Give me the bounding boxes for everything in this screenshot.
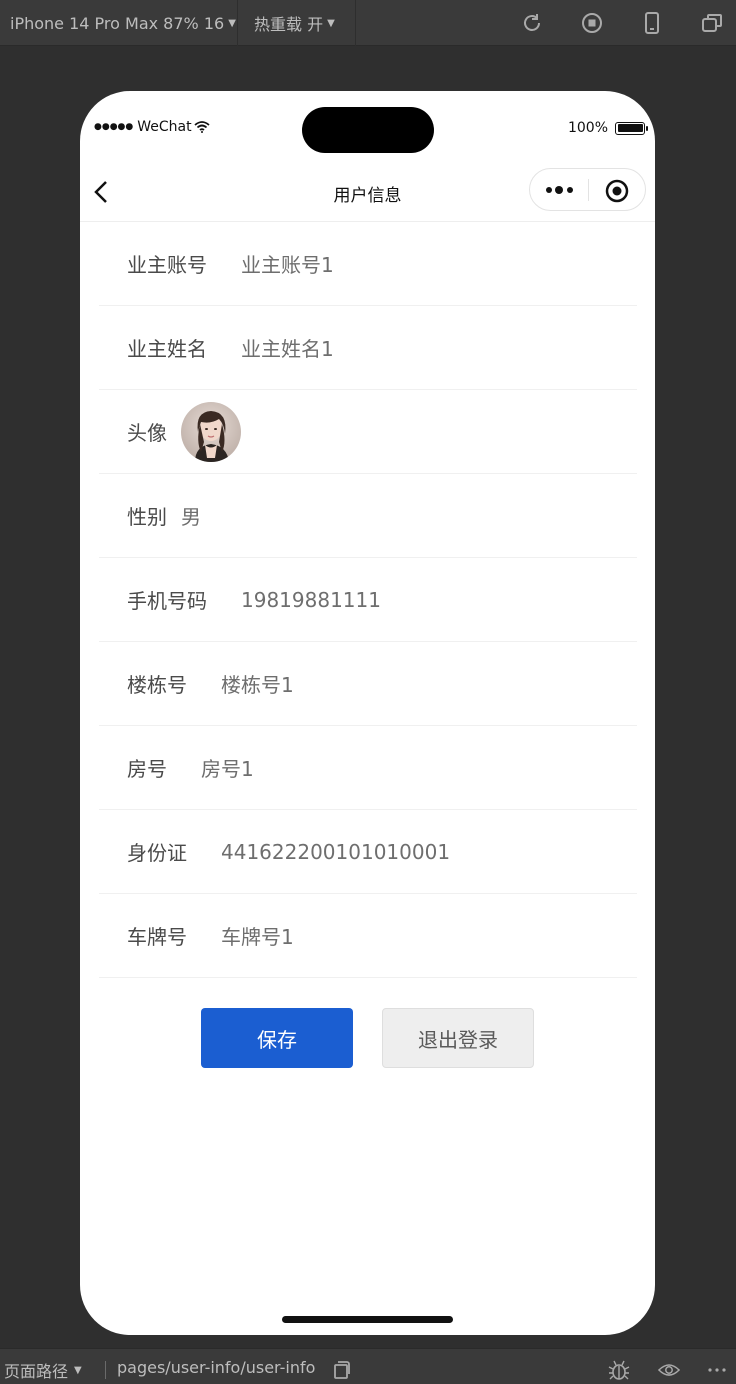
chevron-down-icon: ▼: [74, 1364, 82, 1376]
avatar[interactable]: [181, 401, 241, 462]
field-value: 441622200101010001: [221, 839, 451, 864]
wifi-icon: [194, 121, 210, 133]
field-label: 业主账号: [127, 253, 207, 277]
phone-simulator: ●●●●● WeChat 100% 用户信息 业主账号 业主账号1 业主姓名 业…: [80, 91, 655, 1335]
close-target-icon[interactable]: [605, 179, 629, 203]
field-value: 19819881111: [241, 587, 381, 612]
devtools-bottom-bar: 页面路径 ▼ pages/user-info/user-info: [0, 1348, 736, 1384]
field-label: 业主姓名: [127, 337, 207, 361]
field-value: 房号1: [201, 757, 254, 781]
field-label: 楼栋号: [127, 673, 187, 697]
home-indicator: [282, 1316, 453, 1323]
window-icon[interactable]: [700, 11, 724, 35]
field-room[interactable]: 房号 房号1: [99, 726, 637, 810]
field-building[interactable]: 楼栋号 楼栋号1: [99, 642, 637, 726]
chevron-down-icon: ▼: [327, 17, 335, 29]
chevron-down-icon: ▼: [228, 17, 236, 29]
dynamic-island: [302, 107, 434, 153]
field-value: 楼栋号1: [221, 673, 294, 697]
capsule-divider: [588, 179, 589, 201]
devtools-toolbar: iPhone 14 Pro Max 87% 16 ▼ 热重载 开 ▼: [0, 0, 736, 46]
carrier-label: WeChat: [137, 119, 192, 135]
field-plate-number[interactable]: 车牌号 车牌号1: [99, 894, 637, 978]
logout-button[interactable]: 退出登录: [382, 1008, 534, 1068]
field-value: 男: [181, 505, 201, 529]
battery-icon: [615, 121, 648, 135]
divider: [105, 1361, 106, 1379]
field-avatar[interactable]: 头像: [99, 390, 637, 474]
save-button[interactable]: 保存: [201, 1008, 353, 1068]
signal-icon: ●●●●●: [94, 122, 134, 132]
hot-reload-toggle[interactable]: 热重载 开 ▼: [238, 0, 356, 46]
field-phone[interactable]: 手机号码 19819881111: [99, 558, 637, 642]
status-bar-right: 100%: [567, 120, 648, 136]
field-label: 手机号码: [127, 589, 207, 613]
phone-icon[interactable]: [640, 11, 664, 35]
route-label: 页面路径: [4, 1362, 69, 1381]
field-label: 头像: [127, 421, 167, 445]
field-value: 业主账号1: [241, 253, 334, 277]
page-path: pages/user-info/user-info: [117, 1358, 316, 1377]
more-icon[interactable]: [544, 181, 576, 199]
field-gender[interactable]: 性别 男: [99, 474, 637, 558]
bug-icon[interactable]: [608, 1359, 630, 1381]
status-bar-left: ●●●●● WeChat: [94, 119, 210, 135]
field-value: 业主姓名1: [241, 337, 334, 361]
eye-icon[interactable]: [658, 1359, 680, 1381]
menu-capsule: [529, 168, 646, 211]
field-id-card[interactable]: 身份证 441622200101010001: [99, 810, 637, 894]
battery-label: 100%: [567, 120, 608, 136]
field-value: 车牌号1: [221, 925, 294, 949]
copy-icon[interactable]: [330, 1359, 352, 1381]
hot-reload-label: 热重载 开: [254, 15, 324, 34]
more-options-icon[interactable]: [706, 1359, 728, 1381]
device-selector[interactable]: iPhone 14 Pro Max 87% 16 ▼: [0, 0, 238, 46]
device-label: iPhone 14 Pro Max 87% 16: [10, 13, 225, 33]
field-label: 性别: [127, 505, 167, 529]
field-label: 车牌号: [127, 925, 187, 949]
refresh-icon[interactable]: [520, 11, 544, 35]
stop-icon[interactable]: [580, 11, 604, 35]
route-selector[interactable]: 页面路径 ▼: [4, 1358, 82, 1382]
field-label: 房号: [127, 757, 167, 781]
field-label: 身份证: [127, 841, 187, 865]
field-owner-account[interactable]: 业主账号 业主账号1: [99, 222, 637, 306]
field-owner-name[interactable]: 业主姓名 业主姓名1: [99, 306, 637, 390]
